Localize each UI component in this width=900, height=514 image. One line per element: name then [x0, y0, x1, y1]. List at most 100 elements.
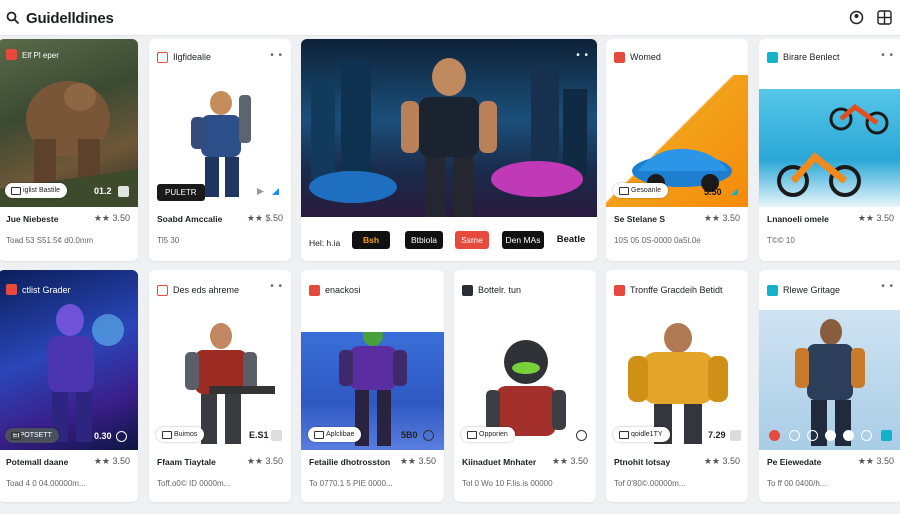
- game-card[interactable]: Bottelr. tun Opporien Kiinaduet Mnhater …: [454, 270, 596, 502]
- game-card[interactable]: Womed Gesoanle 5.50 Se Stelane S ★★ 3.50…: [606, 39, 748, 261]
- featured-game-card[interactable]: • • Hel: h.ia Bsh Btbiola Ssme Den MAs B…: [301, 39, 597, 261]
- play-icon[interactable]: [256, 187, 265, 196]
- card-art: [0, 270, 138, 450]
- card-title: Ptnohit lotsay: [614, 457, 671, 467]
- game-logo-icon: [6, 49, 17, 60]
- rating: ★★ 3.50: [703, 456, 740, 466]
- card-subtitle: 10S 05 0S-0000 0a5t.0e: [614, 236, 701, 245]
- card-subtitle: Tol 0 Wo 10 F.lis.is 00000: [462, 479, 553, 488]
- game-logo-icon: [6, 284, 17, 295]
- overlay-chip[interactable]: Opporien: [461, 427, 515, 442]
- card-title: Ffaam Tiaytale: [157, 457, 216, 467]
- overlay-chip[interactable]: iglist Bastile: [5, 183, 67, 198]
- overlay-chip[interactable]: Aplclibae: [308, 427, 362, 442]
- featured-button[interactable]: Ssme: [455, 231, 489, 249]
- search-icon[interactable]: [6, 11, 20, 25]
- share-icon[interactable]: [271, 187, 280, 196]
- rating: ★★ $.50: [246, 213, 283, 223]
- game-logo-icon: [309, 285, 320, 296]
- game-card[interactable]: enackosi Aplclibae 5B0 Fetailie dhotross…: [301, 270, 444, 502]
- card-header-label: Ilgfidealie: [173, 52, 212, 62]
- rating: ★★ 3.50: [857, 456, 894, 466]
- card-subtitle: Tof 0'80©.00000m...: [614, 479, 686, 488]
- card-header-label: Birare Benlect: [783, 52, 840, 62]
- game-card[interactable]: Des eds ahreme • • Buimos E.S1 Ffaam Tia…: [149, 270, 291, 502]
- card-header-label: enackosi: [325, 285, 361, 295]
- more-options-icon[interactable]: • •: [881, 50, 894, 61]
- card-subtitle: Toad 4 0 04.00000m...: [6, 479, 86, 488]
- info-icon[interactable]: [116, 431, 127, 442]
- overlay-number: E.S1: [249, 430, 269, 440]
- more-options-icon[interactable]: • •: [576, 50, 589, 61]
- bookmark-icon[interactable]: [730, 430, 741, 441]
- rating: ★★ 3.50: [93, 456, 130, 466]
- card-title: Kiinaduet Mnhater: [462, 457, 537, 467]
- eye-icon[interactable]: [789, 430, 800, 441]
- card-header-label: Tronffe Gracdeih Betidt: [630, 285, 723, 295]
- rating: ★★ 3.50: [246, 456, 283, 466]
- more-options-icon[interactable]: • •: [270, 50, 283, 61]
- game-card[interactable]: ctlist Grader EIPOTSETT 0.30 Potemall da…: [0, 270, 138, 502]
- grid-view-icon[interactable]: [877, 10, 892, 25]
- featured-button[interactable]: Den MAs: [502, 231, 544, 249]
- card-header-label: Elf Pl eper: [22, 51, 59, 60]
- game-card[interactable]: Tronffe Gracdeih Betidt qoidle1TY 7.29 P…: [606, 270, 748, 502]
- profile-icon[interactable]: [849, 10, 864, 25]
- featured-button[interactable]: Beatle: [553, 231, 589, 249]
- overlay-chip[interactable]: EIPOTSETT: [5, 428, 59, 443]
- card-title: Fetailie dhotrosston: [309, 457, 391, 467]
- game-logo-icon: [157, 285, 168, 296]
- card-subtitle: Tl5 30: [157, 236, 180, 245]
- card-art: [301, 39, 597, 217]
- game-logo-icon: [767, 52, 778, 63]
- bookmark-icon[interactable]: [118, 186, 129, 197]
- overlay-pill[interactable]: PULETR: [157, 184, 205, 201]
- card-title: Pe Eiewedate: [767, 457, 822, 467]
- card-header-label: Rlewe Gritage: [783, 285, 841, 295]
- bookmark-icon[interactable]: [271, 430, 282, 441]
- card-header-label: Bottelr. tun: [478, 285, 522, 295]
- overlay-number: 7.29: [708, 430, 726, 440]
- overlay-number: 5.50: [704, 187, 722, 197]
- card-art: [759, 310, 900, 450]
- game-card[interactable]: Ilgfidealie • • PULETR Soabd Amccalie ★★…: [149, 39, 291, 261]
- top-bar: Guidelldines: [0, 0, 900, 36]
- card-art: [0, 39, 138, 207]
- rating: ★★ 3.50: [399, 456, 436, 466]
- card-title: Lnanoeli omele: [767, 214, 829, 224]
- featured-button[interactable]: Bsh: [352, 231, 390, 249]
- rating: ★★ 3.50: [93, 213, 130, 223]
- info-icon[interactable]: [423, 430, 434, 441]
- record-icon[interactable]: [769, 430, 780, 441]
- game-card[interactable]: Rlewe Gritage • • Pe Eiewedate ★★ 3.50 T…: [759, 270, 900, 502]
- overlay-number: 0.30: [94, 431, 112, 441]
- more-options-icon[interactable]: • •: [881, 281, 894, 292]
- more-options-icon[interactable]: • •: [270, 281, 283, 292]
- next-icon[interactable]: [843, 430, 854, 441]
- overlay-chip[interactable]: Buimos: [156, 427, 205, 442]
- game-card[interactable]: Birare Benlect • • Lnanoeli omele ★★ 3.5…: [759, 39, 900, 261]
- rating: ★★ 3.50: [551, 456, 588, 466]
- overlay-number: 01.2: [94, 186, 112, 196]
- game-logo-icon: [614, 285, 625, 296]
- add-icon[interactable]: [861, 430, 872, 441]
- card-header-label: Womed: [630, 52, 661, 62]
- overlay-chip[interactable]: qoidle1TY: [613, 427, 670, 442]
- card-art: [759, 89, 900, 207]
- expand-icon[interactable]: [881, 430, 892, 441]
- game-logo-icon: [157, 52, 168, 63]
- game-logo-icon: [614, 52, 625, 63]
- featured-button[interactable]: Hel: h.ia: [309, 234, 340, 252]
- game-card[interactable]: Elf Pl eper iglist Bastile 01.2 Jue Nieb…: [0, 39, 138, 261]
- card-subtitle: To 0770.1 5 PIE 0000...: [309, 479, 393, 488]
- card-header-label: Des eds ahreme: [173, 285, 240, 295]
- options-icon[interactable]: [825, 430, 836, 441]
- featured-button[interactable]: Btbiola: [405, 231, 443, 249]
- info-icon[interactable]: [576, 430, 587, 441]
- overlay-chip[interactable]: Gesoanle: [613, 183, 668, 198]
- rating: ★★ 3.50: [857, 213, 894, 223]
- card-header-label: ctlist Grader: [22, 285, 71, 295]
- game-logo-icon: [462, 285, 473, 296]
- settings-icon[interactable]: [807, 430, 818, 441]
- share-icon[interactable]: [730, 187, 739, 196]
